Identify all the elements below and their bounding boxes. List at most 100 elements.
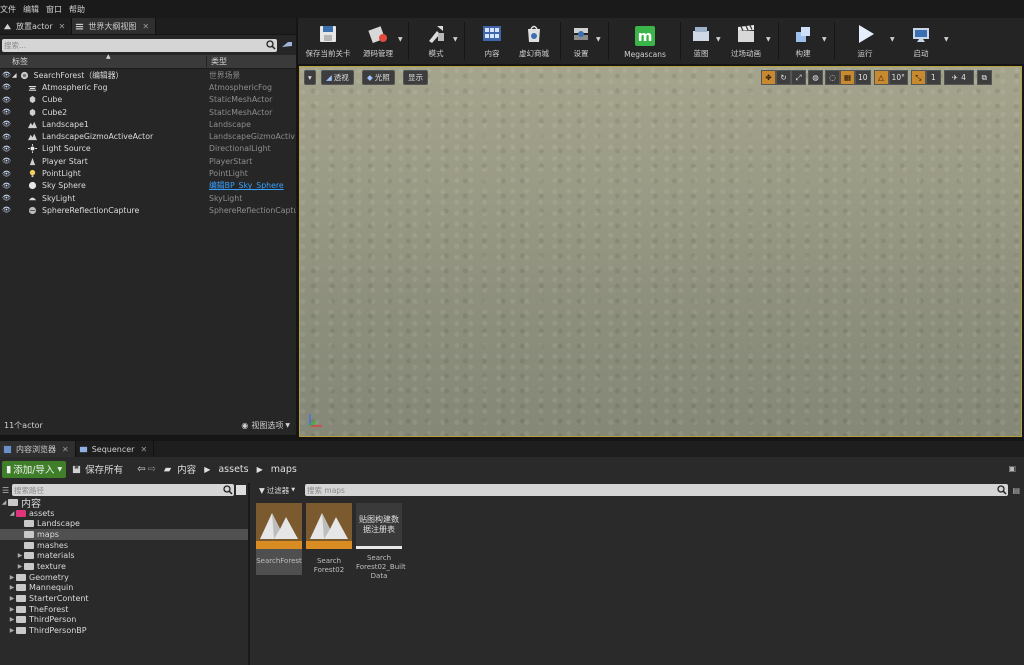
folder-tree-item[interactable]: ▶ ThirdPerson: [0, 615, 248, 626]
rotation-snap-icon[interactable]: △: [873, 70, 889, 85]
grid-snap-value[interactable]: 10: [855, 70, 871, 85]
folder-tree-item[interactable]: ▶ ThirdPersonBP: [0, 625, 248, 636]
chevron-right-icon[interactable]: ▶: [8, 584, 16, 591]
folder-tree-item[interactable]: ▶ texture: [0, 561, 248, 572]
folder-tree-item[interactable]: maps: [0, 529, 248, 540]
chevron-down-icon[interactable]: ▼: [944, 36, 949, 43]
rotate-icon[interactable]: ↻: [776, 70, 791, 85]
chevron-down-icon[interactable]: ▼: [822, 36, 827, 43]
close-icon[interactable]: ✕: [142, 22, 149, 31]
menu-help[interactable]: 帮助: [69, 4, 85, 15]
path-search-input[interactable]: 搜索路径: [12, 484, 234, 496]
folder-tree-item[interactable]: ▶ materials: [0, 550, 248, 561]
save-all-button[interactable]: 保存所有: [72, 462, 123, 476]
lock-icon[interactable]: ▣: [1008, 464, 1016, 473]
outliner-row[interactable]: 👁 PointLight PointLight: [0, 167, 296, 179]
chevron-right-icon[interactable]: ▶: [8, 616, 16, 623]
outliner-row[interactable]: 👁 Light Source DirectionalLight: [0, 143, 296, 155]
content-button[interactable]: 内容: [470, 18, 514, 64]
visibility-eye-icon[interactable]: 👁: [0, 108, 12, 116]
breadcrumb-maps[interactable]: maps: [271, 464, 297, 475]
column-type[interactable]: 类型: [206, 56, 296, 67]
chevron-down-icon[interactable]: ◢: [12, 72, 17, 79]
visibility-eye-icon[interactable]: 👁: [0, 96, 12, 104]
viewport-options-button[interactable]: ▾: [304, 70, 316, 85]
folder-tree-item[interactable]: ▶ StarterContent: [0, 593, 248, 604]
asset-tile[interactable]: Search Forest02: [306, 503, 352, 575]
chevron-down-icon[interactable]: ◢: [0, 499, 8, 506]
outliner-row[interactable]: 👁 SkyLight SkyLight: [0, 192, 296, 204]
scale-snap-icon[interactable]: ⤡: [910, 70, 926, 85]
save-search-icon[interactable]: ▤: [1012, 486, 1020, 495]
folder-tree-item[interactable]: ▶ TheForest: [0, 604, 248, 615]
actor-type[interactable]: 编辑BP_Sky_Sphere: [209, 180, 296, 191]
add-import-button[interactable]: ▮ 添加/导入 ▼: [2, 460, 67, 478]
visibility-eye-icon[interactable]: 👁: [0, 83, 12, 91]
chevron-right-icon[interactable]: ▶: [8, 574, 16, 581]
save-level-button[interactable]: 保存当前关卡: [302, 18, 354, 64]
settings-button[interactable]: 设置: [562, 18, 600, 64]
tab-content-browser[interactable]: 内容浏览器 ✕: [0, 441, 76, 457]
rotation-snap-value[interactable]: 10°: [888, 70, 908, 85]
visibility-eye-icon[interactable]: 👁: [0, 182, 12, 190]
visibility-eye-icon[interactable]: 👁: [0, 206, 12, 214]
tab-place-actor[interactable]: 放置actor ✕: [0, 18, 73, 34]
chevron-right-icon[interactable]: ▶: [8, 595, 16, 602]
visibility-eye-icon[interactable]: 👁: [0, 120, 12, 128]
visibility-eye-icon[interactable]: 👁: [0, 133, 12, 141]
build-button[interactable]: 构建: [784, 18, 822, 64]
outliner-row[interactable]: 👁 LandscapeGizmoActiveActor LandscapeGizmo…: [0, 130, 296, 142]
outliner-search-input[interactable]: 搜索...: [2, 38, 277, 52]
chevron-right-icon[interactable]: ▶: [8, 606, 16, 613]
breadcrumb-assets[interactable]: assets: [218, 464, 248, 475]
asset-tile[interactable]: 贴图构建数据注册表 Search Forest02_Built Data: [356, 503, 406, 580]
chevron-right-icon[interactable]: ▶: [16, 563, 24, 570]
outliner-row[interactable]: 👁 ◢ SearchForest（编辑器） 世界场景: [0, 69, 296, 81]
chevron-down-icon[interactable]: ▼: [596, 36, 601, 43]
filters-button[interactable]: ▼ 过滤器 ▼: [255, 485, 305, 496]
chevron-right-icon[interactable]: ▶: [8, 627, 16, 634]
level-viewport[interactable]: ▾ ◢ 透视 ◆ 光照 显示 ✥ ↻ ⤢ ◍ ◌ ▦ 10 △ 10° ⤡ 1 …: [299, 66, 1022, 437]
asset-search-input[interactable]: 搜索 maps: [305, 484, 1009, 496]
outliner-row[interactable]: 👁 Atmospheric Fog AtmosphericFog: [0, 81, 296, 93]
chevron-down-icon[interactable]: ▼: [890, 36, 895, 43]
grid-snap-icon[interactable]: ▦: [840, 70, 855, 85]
close-icon[interactable]: ✕: [140, 445, 147, 454]
breadcrumb-content[interactable]: 内容: [177, 462, 196, 476]
outliner-row[interactable]: 👁 Cube2 StaticMeshActor: [0, 106, 296, 118]
folder-tree-item[interactable]: ◢ assets: [0, 508, 248, 519]
chevron-right-icon[interactable]: ▶: [257, 465, 263, 474]
folder-tree-item[interactable]: ◢ 内容: [0, 497, 248, 510]
chevron-right-icon[interactable]: ▶: [16, 552, 24, 559]
marketplace-button[interactable]: 虚幻商城: [512, 18, 556, 64]
menu-edit[interactable]: 编辑: [23, 4, 39, 15]
tab-sequencer[interactable]: Sequencer ✕: [76, 441, 155, 457]
asset-tile[interactable]: SearchForest: [256, 503, 302, 575]
back-arrow-icon[interactable]: ⇦: [137, 464, 145, 475]
close-icon[interactable]: ✕: [59, 22, 66, 31]
modes-button[interactable]: 模式: [414, 18, 458, 64]
outliner-row[interactable]: 👁 Sky Sphere 编辑BP_Sky_Sphere: [0, 180, 296, 192]
visibility-eye-icon[interactable]: 👁: [0, 71, 12, 79]
visibility-eye-icon[interactable]: 👁: [0, 170, 12, 178]
folder-tree-item[interactable]: ▶ Mannequin: [0, 583, 248, 594]
outliner-row[interactable]: 👁 Player Start PlayerStart: [0, 155, 296, 167]
menu-file[interactable]: 文件: [0, 4, 16, 15]
view-options-button[interactable]: ◉ 视图选项 ▼: [241, 420, 290, 431]
view-list-icon[interactable]: [236, 485, 246, 495]
visibility-eye-icon[interactable]: 👁: [0, 157, 12, 165]
folder-tree-item[interactable]: ▶ Geometry: [0, 572, 248, 583]
blueprints-button[interactable]: 蓝图: [682, 18, 720, 64]
maximize-viewport-icon[interactable]: ⧉: [976, 70, 992, 85]
megascans-button[interactable]: m Megascans: [614, 18, 676, 64]
add-filter-icon[interactable]: [280, 39, 294, 51]
source-control-button[interactable]: 源码管理: [356, 18, 400, 64]
world-local-icon[interactable]: ◍: [808, 70, 823, 85]
chevron-right-icon[interactable]: ▶: [204, 465, 210, 474]
translate-icon[interactable]: ✥: [761, 70, 776, 85]
tree-toggle-icon[interactable]: ☰: [2, 486, 12, 495]
surface-snap-icon[interactable]: ◌: [825, 70, 840, 85]
chevron-down-icon[interactable]: ▼: [766, 36, 771, 43]
perspective-button[interactable]: ◢ 透视: [321, 70, 354, 85]
play-button[interactable]: 运行: [846, 18, 884, 64]
